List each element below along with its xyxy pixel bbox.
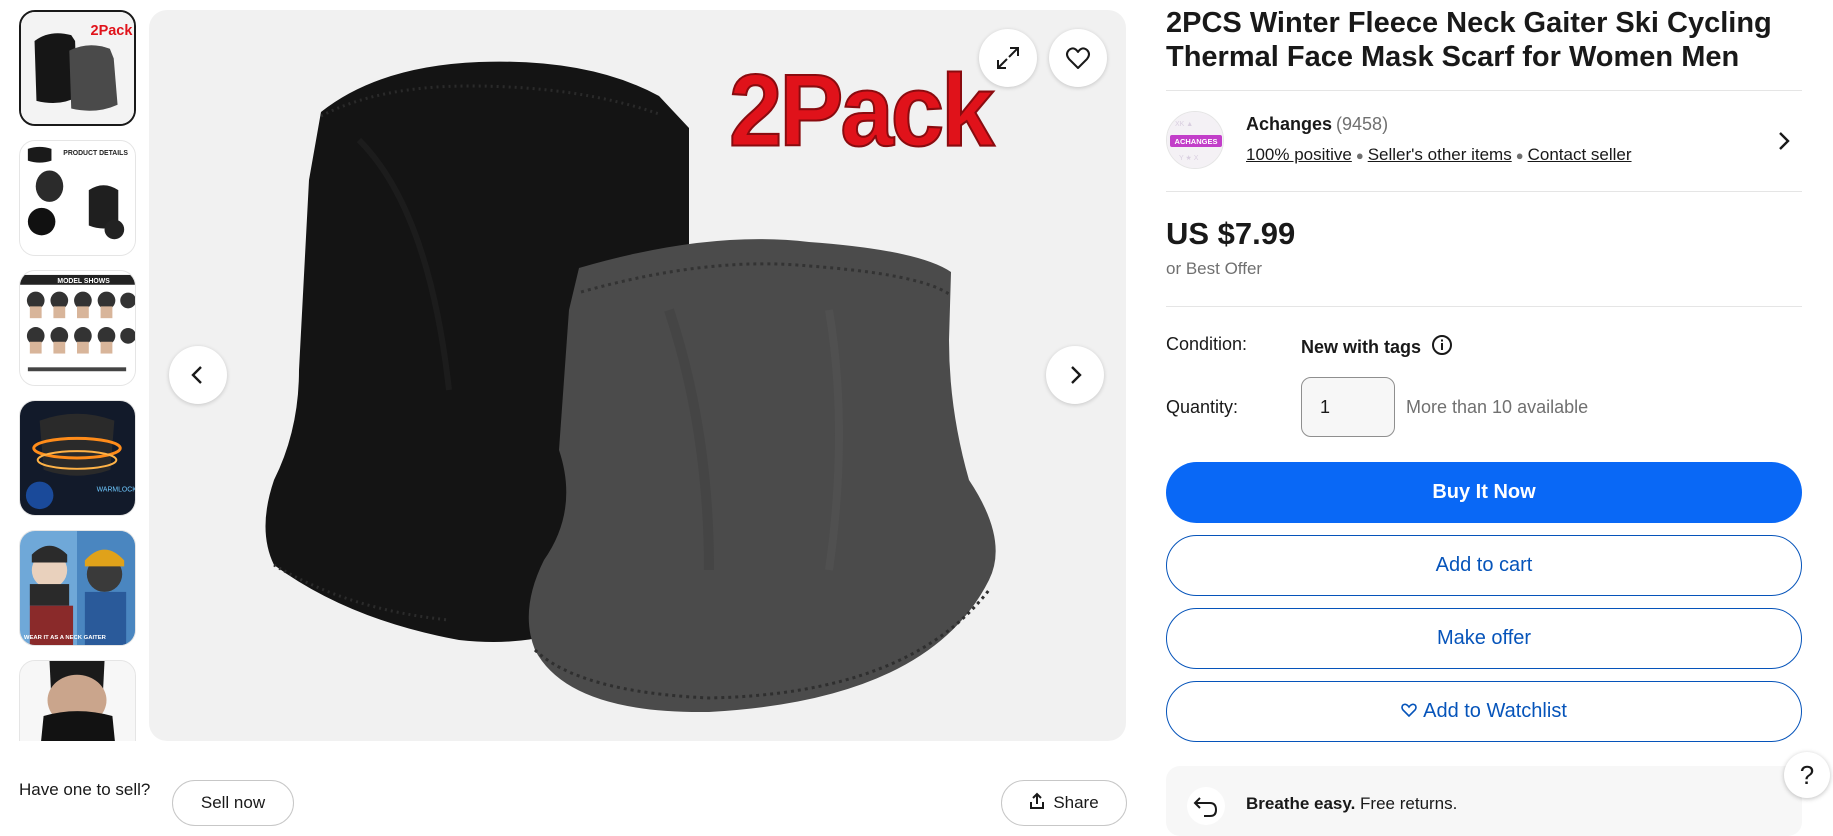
promo-overlay-text: 2Pack [729,53,996,167]
thumbnail-strip: 2Pack PRODUCT DETAILS MODEL SHOWS WARMLO… [19,10,139,741]
sell-now-button[interactable]: Sell now [172,780,294,826]
returns-body: Free returns. [1360,794,1458,813]
seller-other-items-link[interactable]: Seller's other items [1368,145,1512,164]
heart-icon [1064,44,1092,72]
returns-text: Breathe easy. Free returns. [1246,794,1457,814]
previous-image-button[interactable] [169,346,227,404]
expand-button[interactable] [979,29,1037,87]
contact-seller-link[interactable]: Contact seller [1528,145,1632,164]
buy-it-now-button[interactable]: Buy It Now [1166,462,1802,523]
thumbnail-1[interactable]: 2Pack [19,10,136,126]
thumb-caption: WEAR IT AS A NECK GAITER [24,635,107,641]
best-offer-text: or Best Offer [1166,259,1263,278]
availability-text: More than 10 available [1406,397,1589,417]
seller-chevron-icon[interactable] [1774,128,1794,159]
divider [1166,306,1802,307]
thumbnail-4[interactable]: WARMLOCK [19,400,136,516]
seller-links: 100% positive ● Seller's other items ● Conta… [1246,145,1632,164]
quantity-label: Quantity: [1166,397,1239,417]
returns-banner: Breathe easy. Free returns. [1166,766,1802,836]
thumbnail-5[interactable]: WEAR IT AS A NECK GAITER [19,530,136,646]
next-image-button[interactable] [1046,346,1104,404]
thumb-caption: PRODUCT DETAILS [63,150,128,157]
thumb-caption: MODEL SHOWS [57,278,110,285]
svg-text:XK ▲: XK ▲ [1175,121,1193,128]
thumbnail-3[interactable]: MODEL SHOWS [19,270,136,386]
info-icon[interactable] [1431,334,1453,361]
favorite-button[interactable] [1049,29,1107,87]
heart-icon [1401,700,1417,723]
sell-now-label: Sell now [200,793,266,812]
seller-feedback-count: (9458) [1336,114,1389,134]
positive-feedback-link[interactable]: 100% positive [1246,145,1352,164]
chevron-left-icon [186,363,210,387]
product-photo: 2Pack [265,52,1000,713]
main-product-image[interactable]: 2Pack [149,10,1126,741]
thumbnail-2[interactable]: PRODUCT DETAILS [19,140,136,256]
divider [1166,90,1802,91]
help-icon: ? [1799,759,1815,790]
share-button[interactable]: Share [1001,780,1127,826]
thumb-caption: 2Pack [91,23,134,39]
svg-text:WARMLOCK: WARMLOCK [97,486,135,493]
condition-value: New with tags [1301,334,1453,361]
add-to-watchlist-button[interactable]: Add to Watchlist [1166,681,1802,742]
help-button[interactable]: ? [1784,752,1830,798]
chevron-right-icon [1063,363,1087,387]
buy-it-now-label: Buy It Now [1432,481,1536,503]
have-one-to-sell-text: Have one to sell? [19,780,151,799]
item-price: US $7.99 [1166,216,1296,251]
return-arrow-icon [1186,786,1226,831]
seller-logo-text: ACHANGES [1175,137,1218,146]
add-to-watchlist-label: Add to Watchlist [1423,700,1567,722]
make-offer-button[interactable]: Make offer [1166,608,1802,669]
expand-icon [994,44,1022,72]
product-title: 2PCS Winter Fleece Neck Gaiter Ski Cycli… [1166,7,1772,73]
thumbnail-6[interactable] [19,660,136,741]
share-icon [1029,792,1045,815]
seller-avatar[interactable]: XK ▲ Y ★ X ACHANGES [1166,111,1224,169]
make-offer-label: Make offer [1436,627,1532,649]
add-to-cart-button[interactable]: Add to cart [1166,535,1802,596]
share-label: Share [1053,793,1099,812]
add-to-cart-label: Add to cart [1435,554,1533,576]
divider [1166,191,1802,192]
condition-label: Condition: [1166,334,1248,354]
seller-name[interactable]: Achanges (9458) [1246,114,1388,135]
condition-value-text: New with tags [1301,337,1422,357]
quantity-input[interactable] [1301,377,1395,437]
returns-heading: Breathe easy. [1246,794,1356,813]
seller-name-text[interactable]: Achanges [1246,114,1332,134]
svg-text:Y ★ X: Y ★ X [1179,154,1199,162]
